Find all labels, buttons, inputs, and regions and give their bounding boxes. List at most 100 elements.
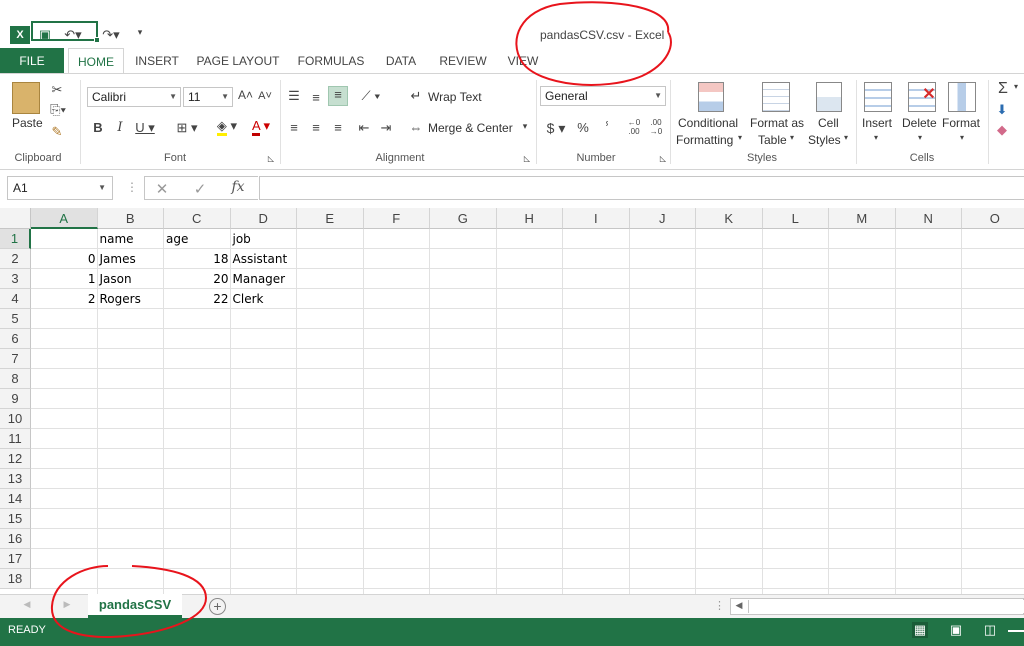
cell-styles-label-1[interactable]: Cell (818, 116, 839, 130)
column-header-j[interactable]: J (629, 208, 696, 229)
fill-icon[interactable]: ⬇ (994, 102, 1010, 118)
cell-b4[interactable]: Rogers (98, 289, 165, 309)
row-header-15[interactable]: 15 (0, 509, 31, 529)
fill-handle[interactable] (94, 37, 100, 43)
column-header-f[interactable]: F (363, 208, 430, 229)
column-header-k[interactable]: K (696, 208, 763, 229)
cell-a4[interactable]: 2 (31, 289, 98, 309)
row-header-5[interactable]: 5 (0, 309, 31, 329)
paste-button[interactable]: Paste (12, 116, 43, 130)
row-header-9[interactable]: 9 (0, 389, 31, 409)
number-dialog-launcher-icon[interactable]: ◺ (658, 154, 668, 163)
scroll-right-sheets-icon[interactable]: ▶ (62, 599, 72, 610)
row-header-12[interactable]: 12 (0, 449, 31, 469)
row-header-13[interactable]: 13 (0, 469, 31, 489)
decrease-indent-icon[interactable]: ⇤ (356, 120, 372, 136)
font-size-select[interactable]: 11 ▼ (183, 87, 233, 107)
cell-b1[interactable]: name (98, 229, 165, 249)
cell-d4[interactable]: Clerk (231, 289, 298, 309)
column-header-e[interactable]: E (297, 208, 364, 229)
autosum-icon[interactable]: Σ (994, 80, 1012, 98)
column-header-o[interactable]: O (962, 208, 1024, 229)
add-sheet-button[interactable]: + (209, 598, 226, 615)
conditional-formatting-label-1[interactable]: Conditional (678, 116, 738, 130)
scroll-left-sheets-icon[interactable]: ◀ (22, 599, 32, 610)
row-header-8[interactable]: 8 (0, 369, 31, 389)
tab-review[interactable]: REVIEW (432, 48, 494, 74)
insert-cells-icon[interactable] (864, 82, 892, 112)
increase-indent-icon[interactable]: ⇥ (378, 120, 394, 136)
alignment-dialog-launcher-icon[interactable]: ◺ (522, 154, 532, 163)
copy-icon[interactable]: ⎘▾ (48, 102, 68, 118)
cell-c4[interactable]: 22 (164, 289, 231, 309)
comma-style-icon[interactable]: ⸯ (598, 120, 616, 138)
row-header-2[interactable]: 2 (0, 249, 31, 269)
row-header-7[interactable]: 7 (0, 349, 31, 369)
row-header-14[interactable]: 14 (0, 489, 31, 509)
tab-insert[interactable]: INSERT (128, 48, 186, 74)
column-header-n[interactable]: N (895, 208, 962, 229)
shrink-font-icon[interactable]: A˅ (258, 90, 272, 102)
format-button[interactable]: Format (942, 116, 980, 130)
fill-color-icon[interactable]: ◈ ▾ (212, 118, 242, 136)
row-header-1[interactable]: 1 (0, 229, 31, 249)
middle-align-icon[interactable]: ≡ (308, 90, 324, 105)
row-header-6[interactable]: 6 (0, 329, 31, 349)
cell-d3[interactable]: Manager (231, 269, 298, 289)
insert-button[interactable]: Insert (862, 116, 892, 130)
increase-decimal-icon[interactable]: ←0.00 (626, 118, 642, 136)
column-header-h[interactable]: H (496, 208, 563, 229)
cell-c1[interactable]: age (164, 229, 231, 249)
italic-icon[interactable]: I (114, 120, 126, 135)
enter-icon[interactable]: ✓ (192, 180, 208, 198)
number-format-select[interactable]: General ▼ (540, 86, 666, 106)
currency-icon[interactable]: $ ▾ (544, 120, 568, 137)
grow-font-icon[interactable]: A˄ (238, 88, 253, 102)
cancel-icon[interactable]: ✕ (154, 180, 170, 198)
column-header-a[interactable]: A (31, 208, 98, 229)
delete-button[interactable]: Delete (902, 116, 937, 130)
format-as-table-label-2[interactable]: Table (758, 133, 787, 147)
normal-view-icon[interactable]: ▦ (912, 622, 928, 638)
cell-d2[interactable]: Assistant (231, 249, 298, 269)
orientation-icon[interactable]: ⟋ ▾ (356, 88, 386, 104)
customize-toolbar-icon[interactable]: ▾ (134, 27, 146, 38)
name-box[interactable]: A1 ▼ (7, 176, 113, 200)
column-header-i[interactable]: I (563, 208, 630, 229)
merge-center-icon[interactable]: ⇔ (408, 120, 424, 135)
column-header-b[interactable]: B (97, 208, 164, 229)
format-as-table-label-1[interactable]: Format as (750, 116, 804, 130)
format-as-table-icon[interactable] (762, 82, 790, 112)
bottom-align-icon[interactable]: ≡ (328, 86, 348, 106)
paste-icon[interactable] (12, 82, 40, 114)
scrollbar-thumb[interactable] (748, 600, 1024, 613)
column-header-g[interactable]: G (430, 208, 497, 229)
cell-b3[interactable]: Jason (98, 269, 165, 289)
column-header-d[interactable]: D (230, 208, 297, 229)
page-break-preview-icon[interactable]: ◫ (982, 622, 998, 638)
tab-view[interactable]: VIEW (502, 48, 544, 74)
tab-file[interactable]: FILE (0, 48, 64, 74)
wrap-text-button[interactable]: Wrap Text (428, 90, 482, 104)
merge-center-button[interactable]: Merge & Center (428, 121, 513, 135)
cell-styles-label-2[interactable]: Styles (808, 133, 841, 147)
row-header-10[interactable]: 10 (0, 409, 31, 429)
worksheet-grid[interactable]: ABCDEFGHIJKLMNO 1 2 3 4 5 6 7 8 9 10 11 12 13 14 15 16 1… (0, 208, 1024, 594)
chevron-down-icon[interactable]: ▾ (520, 121, 530, 132)
top-align-icon[interactable]: ☰ (286, 88, 302, 104)
chevron-down-icon[interactable]: ▾ (1012, 82, 1020, 91)
sheet-tab-pandascsv[interactable]: pandasCSV (88, 594, 182, 618)
row-header-3[interactable]: 3 (0, 269, 31, 289)
align-right-icon[interactable]: ≡ (330, 120, 346, 135)
font-color-icon[interactable]: A ▾ (246, 118, 276, 136)
format-cells-icon[interactable] (948, 82, 976, 112)
insert-function-icon[interactable]: fx (228, 179, 248, 195)
align-center-icon[interactable]: ≡ (308, 120, 324, 135)
font-dialog-launcher-icon[interactable]: ◺ (266, 154, 276, 163)
row-header-11[interactable]: 11 (0, 429, 31, 449)
clear-icon[interactable]: ◆ (994, 122, 1010, 138)
bold-icon[interactable]: B (92, 120, 104, 135)
zoom-slider[interactable] (1008, 630, 1024, 632)
cell-d1[interactable]: job (231, 229, 298, 249)
cell-b2[interactable]: James (98, 249, 165, 269)
